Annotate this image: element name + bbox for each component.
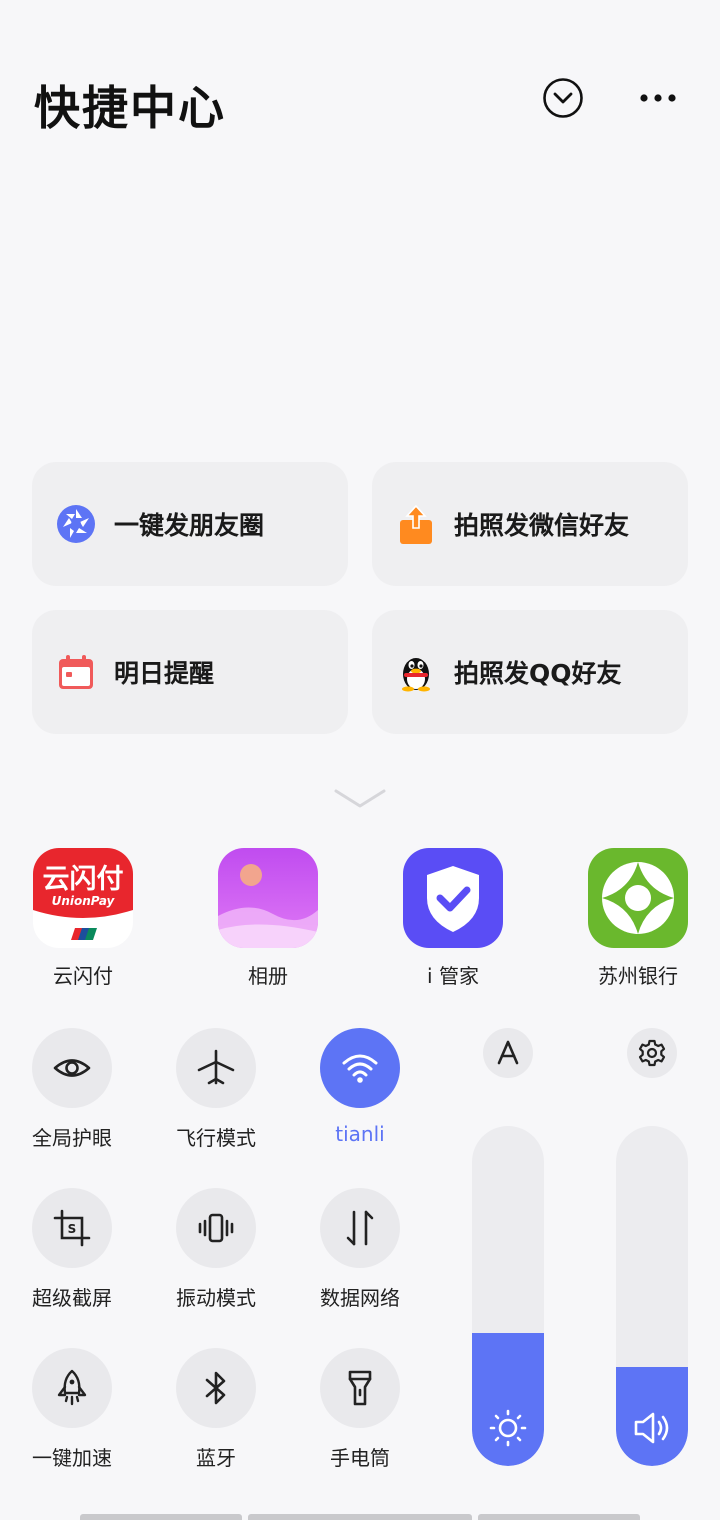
qq-penguin-icon	[396, 652, 436, 692]
auto-brightness-button[interactable]	[483, 1028, 533, 1078]
more-dots-icon	[640, 94, 676, 102]
more-button[interactable]	[636, 76, 680, 120]
shortcut-label: 一键发朋友圈	[114, 511, 265, 540]
vibrate-icon	[176, 1188, 256, 1268]
wechat-moments-icon	[56, 504, 96, 544]
toggle-eye-care[interactable]: 全局护眼	[12, 1028, 132, 1151]
svg-text:S: S	[68, 1222, 77, 1236]
rocket-icon	[32, 1348, 112, 1428]
toggle-super-screenshot[interactable]: S 超级截屏	[12, 1188, 132, 1311]
brightness-slider[interactable]	[472, 1126, 544, 1466]
app-label: 云闪付	[53, 964, 113, 988]
page-title: 快捷中心	[34, 81, 226, 135]
toggle-label: 振动模式	[176, 1286, 256, 1310]
toggle-label: 蓝牙	[196, 1446, 236, 1470]
app-label: 苏州银行	[598, 964, 678, 988]
collapse-button[interactable]	[541, 76, 585, 120]
toggle-flashlight[interactable]: 手电筒	[300, 1348, 420, 1471]
flashlight-icon	[320, 1348, 400, 1428]
toggle-mobile-data[interactable]: 数据网络	[300, 1188, 420, 1311]
app-unionpay[interactable]: 云闪付 UnionPay 云闪付	[31, 848, 135, 989]
shortcut-card-qq-photo[interactable]: 拍照发QQ好友	[372, 610, 688, 734]
super-screenshot-icon: S	[32, 1188, 112, 1268]
mobile-data-icon	[320, 1188, 400, 1268]
bottom-edge-bar	[80, 1514, 242, 1520]
bottom-edge-bar	[248, 1514, 472, 1520]
toggle-wifi[interactable]: tianli	[300, 1028, 420, 1146]
gear-icon	[638, 1039, 666, 1067]
unionpay-app-icon: 云闪付 UnionPay	[33, 848, 133, 948]
toggle-label: 飞行模式	[176, 1126, 256, 1150]
unionpay-icon-subtext: UnionPay	[52, 894, 116, 908]
app-i-manager[interactable]: i 管家	[401, 848, 505, 989]
airplane-icon	[176, 1028, 256, 1108]
toggle-label: 超级截屏	[32, 1286, 112, 1310]
gallery-icon	[218, 848, 318, 948]
unionpay-icon-text: 云闪付	[43, 864, 124, 895]
share-upload-icon	[396, 504, 436, 544]
wifi-icon	[320, 1028, 400, 1108]
shortcut-center-screen: 快捷中心 一键发朋友圈 拍照发微信好友 明日提醒 拍照发QQ好友 云闪付 Uni…	[0, 0, 720, 1520]
toggle-label: tianli	[335, 1122, 385, 1146]
shortcut-label: 拍照发微信好友	[454, 511, 630, 540]
auto-brightness-icon	[497, 1040, 519, 1065]
toggle-label: 数据网络	[320, 1286, 400, 1310]
calendar-icon	[56, 652, 96, 692]
app-gallery[interactable]: 相册	[216, 848, 320, 989]
bottom-edge-bar	[478, 1514, 640, 1520]
toggle-label: 一键加速	[32, 1446, 112, 1470]
speaker-icon	[632, 1408, 672, 1448]
shortcut-card-wechat-photo[interactable]: 拍照发微信好友	[372, 462, 688, 586]
chevron-down-circle-icon	[543, 78, 583, 118]
volume-slider[interactable]	[616, 1126, 688, 1466]
shortcut-label: 拍照发QQ好友	[454, 659, 622, 688]
shield-check-icon	[403, 848, 503, 948]
eye-icon	[32, 1028, 112, 1108]
sun-icon	[488, 1408, 528, 1448]
toggle-boost[interactable]: 一键加速	[12, 1348, 132, 1471]
toggle-airplane[interactable]: 飞行模式	[156, 1028, 276, 1151]
shortcut-card-moments[interactable]: 一键发朋友圈	[32, 462, 348, 586]
bluetooth-icon	[176, 1348, 256, 1428]
app-suzhou-bank[interactable]: 苏州银行	[586, 848, 690, 989]
toggle-vibrate[interactable]: 振动模式	[156, 1188, 276, 1311]
app-label: 相册	[248, 964, 288, 988]
toggle-label: 手电筒	[330, 1446, 390, 1470]
shortcut-label: 明日提醒	[114, 659, 215, 688]
toggle-label: 全局护眼	[32, 1126, 112, 1150]
shortcut-card-reminder[interactable]: 明日提醒	[32, 610, 348, 734]
expand-chevron-icon[interactable]	[332, 786, 388, 812]
toggle-bluetooth[interactable]: 蓝牙	[156, 1348, 276, 1471]
volume-settings-button[interactable]	[627, 1028, 677, 1078]
app-label: i 管家	[427, 964, 479, 988]
suzhou-bank-icon	[588, 848, 688, 948]
